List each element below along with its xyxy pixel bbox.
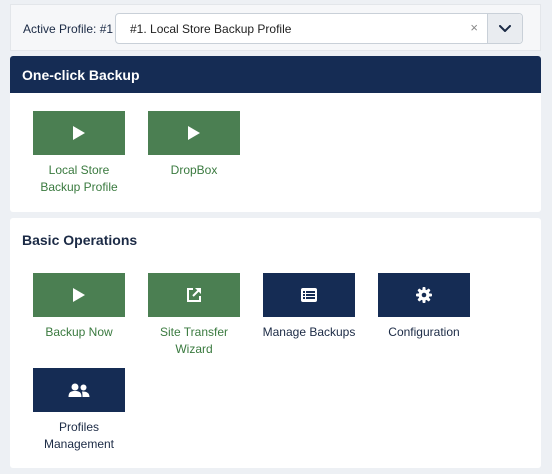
local-store-backup-label[interactable]: Local Store Backup Profile — [24, 162, 134, 196]
manage-backups-button[interactable] — [263, 273, 355, 317]
profile-select-value: #1. Local Store Backup Profile — [130, 22, 292, 36]
profile-dropdown-toggle[interactable] — [487, 14, 522, 43]
site-transfer-wizard-tile[interactable]: Site Transfer Wizard — [148, 273, 240, 358]
active-profile-label: Active Profile: #1 — [23, 22, 114, 36]
backup-now-tile[interactable]: Backup Now — [33, 273, 125, 341]
one-click-backup-title: One-click Backup — [22, 67, 140, 83]
site-transfer-wizard-label[interactable]: Site Transfer Wizard — [139, 324, 249, 358]
configuration-tile[interactable]: Configuration — [378, 273, 470, 341]
backup-now-label[interactable]: Backup Now — [24, 324, 134, 341]
profiles-management-label[interactable]: Profiles Management — [24, 419, 134, 453]
one-click-backup-header: One-click Backup — [10, 56, 541, 93]
configuration-label[interactable]: Configuration — [369, 324, 479, 341]
backup-now-button[interactable] — [33, 273, 125, 317]
basic-operations-title: Basic Operations — [22, 232, 138, 248]
play-icon — [73, 288, 85, 302]
close-icon[interactable]: × — [470, 20, 478, 35]
external-link-icon — [187, 288, 201, 302]
local-store-backup-button[interactable] — [33, 111, 125, 155]
site-transfer-wizard-button[interactable] — [148, 273, 240, 317]
configuration-button[interactable] — [378, 273, 470, 317]
manage-backups-tile[interactable]: Manage Backups — [263, 273, 355, 341]
profiles-management-tile[interactable]: Profiles Management — [33, 368, 125, 453]
profile-select[interactable]: #1. Local Store Backup Profile × — [115, 13, 523, 44]
users-icon — [68, 383, 90, 397]
chevron-down-icon — [499, 24, 511, 32]
dropbox-tile[interactable]: DropBox — [148, 111, 240, 179]
active-profile-bar: Active Profile: #1 #1. Local Store Backu… — [10, 4, 541, 51]
dropbox-button[interactable] — [148, 111, 240, 155]
dropbox-label[interactable]: DropBox — [139, 162, 249, 179]
profiles-management-button[interactable] — [33, 368, 125, 412]
play-icon — [188, 126, 200, 140]
list-icon — [301, 288, 317, 302]
play-icon — [73, 126, 85, 140]
local-store-backup-tile[interactable]: Local Store Backup Profile — [33, 111, 125, 196]
manage-backups-label[interactable]: Manage Backups — [254, 324, 364, 341]
gear-icon — [416, 287, 432, 303]
